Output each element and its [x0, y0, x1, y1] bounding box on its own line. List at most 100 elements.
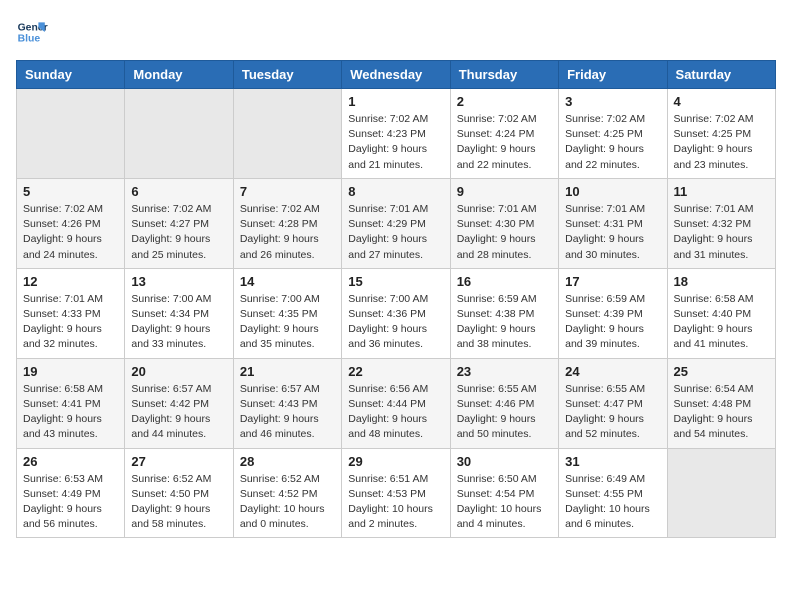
calendar-body: 1 Sunrise: 7:02 AMSunset: 4:23 PMDaylight… [17, 89, 776, 538]
day-info: Sunrise: 6:56 AMSunset: 4:44 PMDaylight:… [348, 382, 443, 443]
day-number: 18 [674, 274, 769, 289]
day-number: 13 [131, 274, 226, 289]
calendar-cell: 24 Sunrise: 6:55 AMSunset: 4:47 PMDayligh… [559, 358, 667, 448]
day-info: Sunrise: 7:02 AMSunset: 4:25 PMDaylight:… [674, 112, 769, 173]
day-number: 14 [240, 274, 335, 289]
calendar-week-4: 19 Sunrise: 6:58 AMSunset: 4:41 PMDayligh… [17, 358, 776, 448]
calendar-cell: 25 Sunrise: 6:54 AMSunset: 4:48 PMDayligh… [667, 358, 775, 448]
column-header-monday: Monday [125, 61, 233, 89]
calendar-cell: 21 Sunrise: 6:57 AMSunset: 4:43 PMDayligh… [233, 358, 341, 448]
column-header-tuesday: Tuesday [233, 61, 341, 89]
day-info: Sunrise: 6:58 AMSunset: 4:40 PMDaylight:… [674, 292, 769, 353]
day-number: 27 [131, 454, 226, 469]
day-info: Sunrise: 6:54 AMSunset: 4:48 PMDaylight:… [674, 382, 769, 443]
logo: General Blue [16, 16, 48, 48]
column-header-friday: Friday [559, 61, 667, 89]
day-number: 28 [240, 454, 335, 469]
page-header: General Blue [16, 16, 776, 48]
column-header-sunday: Sunday [17, 61, 125, 89]
day-number: 3 [565, 94, 660, 109]
column-header-wednesday: Wednesday [342, 61, 450, 89]
day-number: 10 [565, 184, 660, 199]
day-number: 20 [131, 364, 226, 379]
day-info: Sunrise: 7:01 AMSunset: 4:29 PMDaylight:… [348, 202, 443, 263]
calendar-cell: 20 Sunrise: 6:57 AMSunset: 4:42 PMDayligh… [125, 358, 233, 448]
day-number: 19 [23, 364, 118, 379]
day-number: 21 [240, 364, 335, 379]
day-number: 2 [457, 94, 552, 109]
calendar-cell: 11 Sunrise: 7:01 AMSunset: 4:32 PMDayligh… [667, 178, 775, 268]
day-info: Sunrise: 7:02 AMSunset: 4:23 PMDaylight:… [348, 112, 443, 173]
day-number: 7 [240, 184, 335, 199]
day-info: Sunrise: 7:01 AMSunset: 4:31 PMDaylight:… [565, 202, 660, 263]
day-number: 30 [457, 454, 552, 469]
day-info: Sunrise: 6:53 AMSunset: 4:49 PMDaylight:… [23, 472, 118, 533]
calendar-cell: 9 Sunrise: 7:01 AMSunset: 4:30 PMDaylight… [450, 178, 558, 268]
calendar-week-1: 1 Sunrise: 7:02 AMSunset: 4:23 PMDaylight… [17, 89, 776, 179]
calendar-cell [125, 89, 233, 179]
day-info: Sunrise: 6:59 AMSunset: 4:39 PMDaylight:… [565, 292, 660, 353]
calendar-cell: 28Sunrise: 6:52 AMSunset: 4:52 PMDayligh… [233, 448, 341, 538]
day-number: 24 [565, 364, 660, 379]
calendar-cell: 30 Sunrise: 6:50 AMSunset: 4:54 PMDayligh… [450, 448, 558, 538]
calendar-cell: 7Sunrise: 7:02 AMSunset: 4:28 PMDaylight… [233, 178, 341, 268]
calendar-cell: 2 Sunrise: 7:02 AMSunset: 4:24 PMDaylight… [450, 89, 558, 179]
calendar-cell: 3 Sunrise: 7:02 AMSunset: 4:25 PMDaylight… [559, 89, 667, 179]
calendar-cell: 5 Sunrise: 7:02 AMSunset: 4:26 PMDaylight… [17, 178, 125, 268]
calendar-cell: 14 Sunrise: 7:00 AMSunset: 4:35 PMDayligh… [233, 268, 341, 358]
day-info: Sunrise: 6:51 AMSunset: 4:53 PMDaylight:… [348, 472, 443, 533]
column-header-saturday: Saturday [667, 61, 775, 89]
calendar-cell: 16 Sunrise: 6:59 AMSunset: 4:38 PMDayligh… [450, 268, 558, 358]
day-info: Sunrise: 6:58 AMSunset: 4:41 PMDaylight:… [23, 382, 118, 443]
day-info: Sunrise: 7:00 AMSunset: 4:36 PMDaylight:… [348, 292, 443, 353]
day-info: Sunrise: 7:02 AMSunset: 4:27 PMDaylight:… [131, 202, 226, 263]
calendar-cell: 10 Sunrise: 7:01 AMSunset: 4:31 PMDayligh… [559, 178, 667, 268]
day-number: 1 [348, 94, 443, 109]
calendar-cell: 31Sunrise: 6:49 AMSunset: 4:55 PMDayligh… [559, 448, 667, 538]
calendar-cell: 8 Sunrise: 7:01 AMSunset: 4:29 PMDaylight… [342, 178, 450, 268]
calendar-cell [667, 448, 775, 538]
day-info: Sunrise: 6:55 AMSunset: 4:47 PMDaylight:… [565, 382, 660, 443]
logo-icon: General Blue [16, 16, 48, 48]
calendar-week-3: 12Sunrise: 7:01 AMSunset: 4:33 PMDayligh… [17, 268, 776, 358]
day-info: Sunrise: 6:59 AMSunset: 4:38 PMDaylight:… [457, 292, 552, 353]
calendar-cell: 13 Sunrise: 7:00 AMSunset: 4:34 PMDayligh… [125, 268, 233, 358]
day-info: Sunrise: 6:49 AMSunset: 4:55 PMDaylight:… [565, 472, 660, 533]
day-number: 6 [131, 184, 226, 199]
day-info: Sunrise: 7:02 AMSunset: 4:25 PMDaylight:… [565, 112, 660, 173]
day-info: Sunrise: 7:01 AMSunset: 4:30 PMDaylight:… [457, 202, 552, 263]
day-number: 17 [565, 274, 660, 289]
day-number: 26 [23, 454, 118, 469]
calendar-cell: 22 Sunrise: 6:56 AMSunset: 4:44 PMDayligh… [342, 358, 450, 448]
column-header-thursday: Thursday [450, 61, 558, 89]
day-number: 25 [674, 364, 769, 379]
day-info: Sunrise: 7:02 AMSunset: 4:26 PMDaylight:… [23, 202, 118, 263]
day-number: 16 [457, 274, 552, 289]
day-number: 4 [674, 94, 769, 109]
day-info: Sunrise: 6:57 AMSunset: 4:42 PMDaylight:… [131, 382, 226, 443]
day-number: 29 [348, 454, 443, 469]
calendar-table: SundayMondayTuesdayWednesdayThursdayFrid… [16, 60, 776, 538]
day-number: 9 [457, 184, 552, 199]
calendar-cell: 6 Sunrise: 7:02 AMSunset: 4:27 PMDaylight… [125, 178, 233, 268]
day-info: Sunrise: 7:01 AMSunset: 4:32 PMDaylight:… [674, 202, 769, 263]
day-number: 5 [23, 184, 118, 199]
day-info: Sunrise: 6:55 AMSunset: 4:46 PMDaylight:… [457, 382, 552, 443]
day-info: Sunrise: 6:52 AMSunset: 4:50 PMDaylight:… [131, 472, 226, 533]
calendar-cell: 18 Sunrise: 6:58 AMSunset: 4:40 PMDayligh… [667, 268, 775, 358]
calendar-week-2: 5 Sunrise: 7:02 AMSunset: 4:26 PMDaylight… [17, 178, 776, 268]
day-info: Sunrise: 7:00 AMSunset: 4:35 PMDaylight:… [240, 292, 335, 353]
calendar-cell: 29 Sunrise: 6:51 AMSunset: 4:53 PMDayligh… [342, 448, 450, 538]
day-number: 23 [457, 364, 552, 379]
day-info: Sunrise: 7:02 AMSunset: 4:24 PMDaylight:… [457, 112, 552, 173]
day-info: Sunrise: 6:57 AMSunset: 4:43 PMDaylight:… [240, 382, 335, 443]
calendar-cell: 26 Sunrise: 6:53 AMSunset: 4:49 PMDayligh… [17, 448, 125, 538]
calendar-cell: 1 Sunrise: 7:02 AMSunset: 4:23 PMDaylight… [342, 89, 450, 179]
calendar-header: SundayMondayTuesdayWednesdayThursdayFrid… [17, 61, 776, 89]
day-info: Sunrise: 6:50 AMSunset: 4:54 PMDaylight:… [457, 472, 552, 533]
calendar-cell: 15Sunrise: 7:00 AMSunset: 4:36 PMDayligh… [342, 268, 450, 358]
day-number: 8 [348, 184, 443, 199]
day-info: Sunrise: 7:00 AMSunset: 4:34 PMDaylight:… [131, 292, 226, 353]
day-number: 22 [348, 364, 443, 379]
day-number: 11 [674, 184, 769, 199]
